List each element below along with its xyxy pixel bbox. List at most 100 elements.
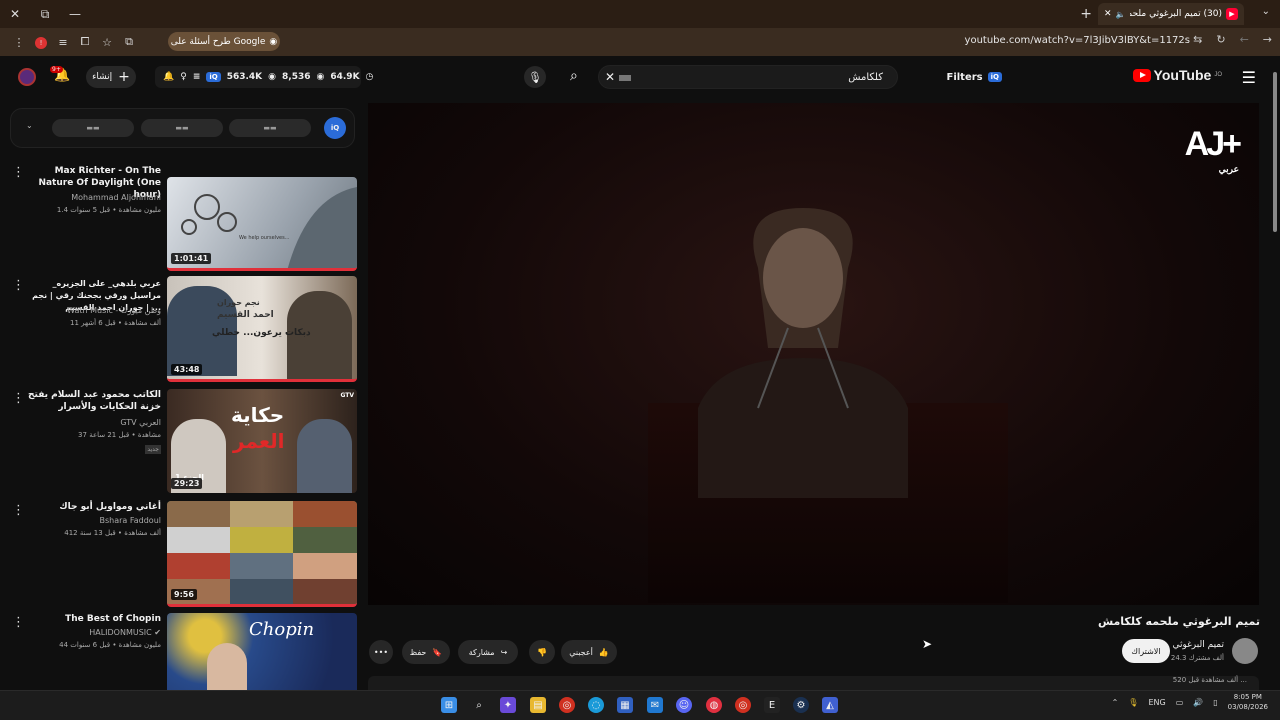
app-active-icon[interactable]: ◭ bbox=[822, 697, 838, 713]
video-thumbnail[interactable]: Chopin bbox=[167, 613, 357, 690]
tab-audio-icon[interactable]: 🔈 bbox=[1116, 10, 1126, 19]
channel-name-main[interactable]: تميم البرغوثي bbox=[1172, 640, 1224, 650]
create-button[interactable]: إنشاء + bbox=[86, 66, 136, 88]
store-icon[interactable]: ▦ bbox=[617, 697, 633, 713]
chevron-down-icon[interactable]: ⌄ bbox=[26, 121, 33, 130]
video-thumbnail[interactable]: حكاية العمر GTV الجزء 1 29:23 bbox=[167, 389, 357, 493]
like-button[interactable]: أعجبني 👍 bbox=[561, 640, 617, 664]
video-title[interactable]: أغاني ومواويل أبو جاك bbox=[21, 501, 161, 513]
chrome-icon[interactable]: ◎ bbox=[559, 697, 575, 713]
channel-name[interactable]: HALIDONMUSIC ✔ bbox=[11, 628, 161, 637]
tab-search-icon[interactable]: ⌄ bbox=[1262, 6, 1270, 17]
share-button[interactable]: مشاركة ↪ bbox=[458, 640, 518, 664]
tray-overflow-icon[interactable]: ⌃ bbox=[1112, 698, 1119, 707]
video-meta: 11 ألف مشاهدة • قبل 6 أشهر bbox=[69, 319, 161, 327]
filters-button[interactable]: Filters iQ bbox=[947, 66, 1002, 88]
thumb-caption: We help ourselves... bbox=[239, 235, 290, 241]
speaker-figure bbox=[698, 208, 908, 498]
search-taskbar-icon[interactable]: ⌕ bbox=[471, 697, 487, 713]
reload-icon[interactable]: ↻ bbox=[1216, 33, 1225, 46]
language-indicator[interactable]: ENG bbox=[1148, 698, 1165, 707]
scrollbar-thumb[interactable] bbox=[1273, 72, 1277, 232]
iq-chip-button[interactable]: iQ bbox=[324, 117, 346, 139]
channel-avatar[interactable] bbox=[1232, 638, 1258, 664]
file-explorer-icon[interactable]: ▤ bbox=[530, 697, 546, 713]
dislike-button[interactable]: 👎 bbox=[529, 640, 555, 664]
voice-search-icon[interactable]: 🎙 bbox=[524, 66, 546, 88]
subscriber-count: 24.3 ألف مشترك bbox=[1170, 654, 1224, 662]
close-window-icon[interactable]: ✕ bbox=[0, 0, 30, 28]
epic-games-icon[interactable]: E bbox=[764, 697, 780, 713]
menu-dots-icon[interactable]: ⋮ bbox=[8, 36, 30, 49]
video-title[interactable]: The Best of Chopin bbox=[21, 613, 161, 625]
chrome-active-icon[interactable]: ◎ bbox=[735, 697, 751, 713]
person-artwork bbox=[297, 419, 352, 493]
back-icon[interactable]: ← bbox=[1240, 33, 1249, 46]
search-box[interactable]: ✕ كلكامش bbox=[598, 65, 898, 89]
battery-icon[interactable]: ▯ bbox=[1213, 698, 1217, 707]
guide-menu-icon[interactable]: ☰ bbox=[1242, 68, 1256, 87]
bookmark-star-icon[interactable]: ☆ bbox=[96, 36, 118, 49]
omnibox-label: طرح أسئلة على Google bbox=[170, 36, 266, 47]
reading-list-icon[interactable]: ≡ bbox=[52, 36, 74, 49]
channel-logo: GTV bbox=[340, 392, 354, 399]
user-avatar[interactable] bbox=[18, 68, 36, 86]
url-text[interactable]: youtube.com/watch?v=7l3JibV3lBY&t=1172s bbox=[965, 35, 1190, 46]
youtube-play-icon bbox=[1132, 68, 1151, 82]
new-tab-button[interactable]: + bbox=[1080, 6, 1092, 22]
copilot-icon[interactable]: ✦ bbox=[500, 697, 516, 713]
volume-icon[interactable]: 🔊 bbox=[1193, 698, 1203, 707]
channel-name[interactable]: Mohammad Aljohmani bbox=[11, 193, 161, 202]
channel-name[interactable]: Watn Music - وطن ميوزك bbox=[11, 306, 161, 315]
nav-buttons: ⇆ ↻ ← → bbox=[1193, 33, 1272, 46]
channel-name[interactable]: Bshara Faddoul bbox=[11, 516, 161, 525]
share-page-icon[interactable]: ⧉ bbox=[118, 35, 140, 49]
clock[interactable]: 8:05 PM 03/08/2026 bbox=[1228, 692, 1268, 712]
thumb-text: دبكات يرعون... حطلي bbox=[212, 328, 311, 338]
thumbs-down-icon: 👎 bbox=[537, 647, 547, 657]
channel-name[interactable]: GTV العربي bbox=[11, 418, 161, 427]
video-thumbnail[interactable]: We help ourselves... 1:01:41 bbox=[167, 177, 357, 271]
filter-chip[interactable]: ▬▬ bbox=[229, 119, 311, 137]
description-box[interactable]: 520 ألف مشاهدة قبل ... bbox=[368, 676, 1259, 690]
save-button[interactable]: حفظ 🔖 bbox=[402, 640, 450, 664]
clock-time: 8:05 PM bbox=[1233, 693, 1262, 701]
video-thumbnail[interactable]: نجم حوران احمد القسيم دبكات يرعون... حطل… bbox=[167, 276, 357, 382]
mail-icon[interactable]: ✉ bbox=[647, 697, 663, 713]
portrait-artwork bbox=[207, 643, 247, 690]
video-title[interactable]: الكاتب محمود عبد السلام يفتح خزنة الحكاي… bbox=[21, 389, 161, 413]
discord-icon[interactable]: ☺ bbox=[676, 697, 692, 713]
extensions-icon[interactable]: ⧠ bbox=[74, 35, 96, 49]
trophy-icon: ♀ bbox=[180, 72, 187, 82]
microphone-tray-icon[interactable]: 🎙 bbox=[1128, 698, 1138, 707]
subscribe-button[interactable]: الاشتراك bbox=[1122, 639, 1170, 663]
forward-icon[interactable]: → bbox=[1263, 33, 1272, 46]
windows-start-icon[interactable]: ⊞ bbox=[441, 697, 457, 713]
browser-tab-active[interactable]: ✕ 🔈 (30) تميم البرغوثي ملحمه كلكا ▶ bbox=[1098, 3, 1244, 25]
video-thumbnail[interactable]: 9:56 bbox=[167, 501, 357, 607]
steam-icon[interactable]: ⚙ bbox=[793, 697, 809, 713]
clear-search-icon[interactable]: ✕ bbox=[605, 70, 631, 84]
filter-chip[interactable]: ▬▬ bbox=[52, 119, 134, 137]
more-actions-button[interactable]: ••• bbox=[369, 640, 393, 664]
duration-badge: 1:01:41 bbox=[171, 253, 212, 264]
app-icon[interactable]: ◍ bbox=[706, 697, 722, 713]
edge-icon[interactable]: ◌ bbox=[588, 697, 604, 713]
windows-taskbar bbox=[0, 690, 1280, 720]
thumb-text: نجم حوران bbox=[217, 298, 260, 307]
ask-google-chip[interactable]: طرح أسئلة على Google ◉ bbox=[168, 32, 280, 51]
minimize-window-icon[interactable]: — bbox=[60, 0, 90, 28]
profile-icon[interactable]: ! bbox=[30, 35, 52, 49]
youtube-logo[interactable]: YouTube JO bbox=[1132, 67, 1222, 83]
cast-icon[interactable]: ⇆ bbox=[1193, 33, 1202, 46]
search-icon[interactable]: ⌕ bbox=[570, 68, 578, 84]
video-meta: 412 ألف مشاهدة • قبل 13 سنة bbox=[64, 529, 161, 537]
restore-window-icon[interactable]: ⧉ bbox=[30, 0, 60, 28]
create-label: إنشاء bbox=[92, 72, 113, 82]
video-player[interactable]: AJ+ عربي bbox=[368, 103, 1259, 605]
close-tab-icon[interactable]: ✕ bbox=[1104, 9, 1112, 19]
new-badge: جديد bbox=[145, 445, 161, 454]
search-input[interactable]: كلكامش bbox=[848, 72, 883, 83]
network-icon[interactable]: ▭ bbox=[1176, 698, 1184, 707]
filter-chip[interactable]: ▬▬ bbox=[141, 119, 223, 137]
